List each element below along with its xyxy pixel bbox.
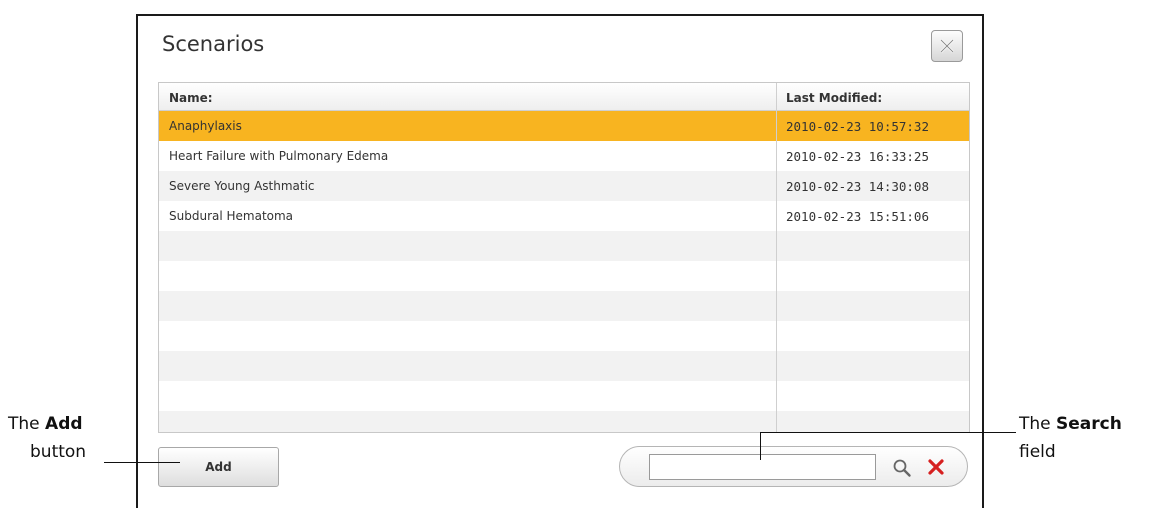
add-annotation-line2: button — [30, 442, 87, 462]
row-name: Heart Failure with Pulmonary Edema — [169, 149, 389, 163]
search-annotation-bold: Search — [1056, 414, 1122, 434]
row-name: Anaphylaxis — [169, 119, 242, 133]
row-modified: 2010-02-23 10:57:32 — [786, 119, 929, 134]
clear-search-icon[interactable] — [928, 459, 944, 475]
table-body: Anaphylaxis 2010-02-23 10:57:32 Heart Fa… — [159, 111, 969, 432]
empty-row — [159, 411, 969, 432]
search-leader-vertical — [760, 432, 761, 460]
add-leader-line — [104, 462, 180, 463]
search-icon[interactable] — [892, 458, 912, 478]
column-header-last-modified[interactable]: Last Modified: — [786, 91, 882, 105]
search-input[interactable] — [649, 454, 876, 480]
search-bar — [619, 446, 968, 487]
add-button[interactable]: Add — [158, 447, 279, 487]
search-annotation-line1: The Search — [1019, 414, 1122, 434]
search-annotation-prefix: The — [1019, 414, 1051, 434]
table-row[interactable]: Heart Failure with Pulmonary Edema 2010-… — [159, 141, 969, 171]
column-divider — [776, 83, 777, 432]
row-modified: 2010-02-23 16:33:25 — [786, 149, 929, 164]
table-header: Name: Last Modified: — [159, 83, 969, 111]
row-modified: 2010-02-23 15:51:06 — [786, 209, 929, 224]
row-modified: 2010-02-23 14:30:08 — [786, 179, 929, 194]
add-annotation-bold: Add — [45, 414, 83, 434]
add-annotation-line1: The Add — [8, 414, 83, 434]
close-icon — [940, 39, 954, 53]
row-name: Severe Young Asthmatic — [169, 179, 315, 193]
add-annotation-prefix: The — [8, 414, 40, 434]
search-leader-horizontal — [760, 432, 1016, 433]
search-annotation-line2: field — [1019, 442, 1056, 462]
table-row[interactable]: Subdural Hematoma 2010-02-23 15:51:06 — [159, 201, 969, 231]
empty-row — [159, 321, 969, 351]
empty-row — [159, 291, 969, 321]
close-button[interactable] — [931, 30, 963, 62]
table-row[interactable]: Anaphylaxis 2010-02-23 10:57:32 — [159, 111, 969, 141]
empty-row — [159, 231, 969, 261]
empty-row — [159, 381, 969, 411]
empty-row — [159, 261, 969, 291]
empty-row — [159, 351, 969, 381]
dialog-title: Scenarios — [162, 32, 265, 56]
scenarios-table: Name: Last Modified: Anaphylaxis 2010-02… — [158, 82, 970, 433]
table-row[interactable]: Severe Young Asthmatic 2010-02-23 14:30:… — [159, 171, 969, 201]
row-name: Subdural Hematoma — [169, 209, 294, 223]
column-header-name[interactable]: Name: — [169, 91, 213, 105]
